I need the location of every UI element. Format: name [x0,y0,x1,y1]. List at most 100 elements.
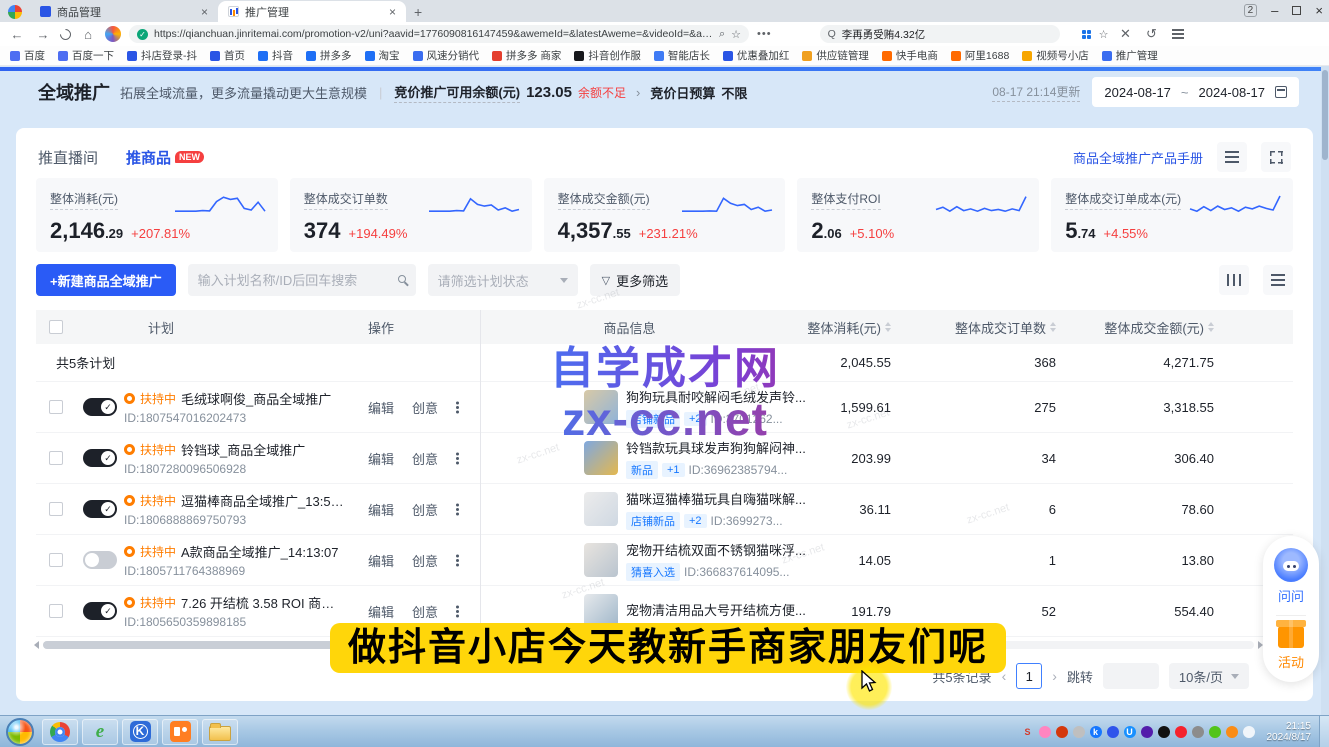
more-actions-icon[interactable] [456,406,459,409]
close-button[interactable]: × [1315,3,1323,18]
bookmark-item[interactable]: 拼多多 商家 [492,48,561,63]
tray-icon[interactable]: S [1022,726,1034,738]
scroll-left-icon[interactable] [34,641,39,649]
bookmark-star-icon[interactable]: ☆ [731,28,741,41]
campaign-toggle[interactable]: ✓ [83,449,117,467]
creative-button[interactable]: 创意 [412,500,438,519]
bookmark-item[interactable]: 百度 [10,48,45,63]
scrollbar-thumb[interactable] [1322,70,1328,160]
tray-icon[interactable] [1226,726,1238,738]
tab-close-icon[interactable]: × [201,5,208,19]
creative-button[interactable]: 创意 [412,551,438,570]
profile-avatar-icon[interactable] [105,26,121,42]
bookmark-item[interactable]: 快手电商 [882,48,938,63]
jump-page-input[interactable] [1103,663,1159,689]
date-range-picker[interactable]: 2024-08-17 ~ 2024-08-17 [1092,77,1299,107]
edit-button[interactable]: 编辑 [368,449,394,468]
edit-button[interactable]: 编辑 [368,602,394,621]
row-checkbox[interactable] [49,451,63,465]
status-filter-select[interactable]: 请筛选计划状态 [428,264,578,296]
home-icon[interactable]: ⌂ [79,27,97,42]
more-actions-icon[interactable] [456,559,459,562]
bookmark-item[interactable]: 抖音 [258,48,293,63]
apps-grid-icon[interactable] [1082,30,1091,39]
bookmark-item[interactable]: 智能店长 [654,48,710,63]
url-bar[interactable]: ✓ https://qianchuan.jinritemai.com/promo… [129,25,749,43]
maximize-button[interactable] [1292,6,1301,15]
column-settings-button[interactable] [1219,265,1249,295]
forward-icon[interactable]: → [34,27,52,42]
start-button[interactable] [6,718,34,746]
bookmark-item[interactable]: 淘宝 [365,48,400,63]
tray-icon[interactable] [1209,726,1221,738]
assistant-robot-icon[interactable] [1274,548,1308,582]
tray-icon[interactable] [1158,726,1170,738]
tray-icon[interactable] [1056,726,1068,738]
bookmark-item[interactable]: 抖店登录-抖 [127,48,197,63]
column-amount[interactable]: 整体成交金额(元) [1056,318,1214,337]
tray-icon[interactable] [1175,726,1187,738]
taskbar-app-explorer[interactable] [202,719,238,745]
product-manual-link[interactable]: 商品全域推广产品手册 [1073,148,1203,167]
more-actions-icon[interactable] [456,508,459,511]
ask-label[interactable]: 问问 [1278,586,1304,605]
taskbar-app-orange[interactable] [162,719,198,745]
browser-search-bar[interactable]: Q 李再勇受贿4.32亿 [820,25,1060,43]
plan-search-input[interactable] [188,264,416,296]
new-tab-button[interactable]: + [414,4,422,20]
tray-icon[interactable] [1107,726,1119,738]
campaign-toggle[interactable]: ✓ [83,602,117,620]
pin-star-icon[interactable]: ☆ [1099,28,1109,41]
bookmark-item[interactable]: 供应链管理 [802,48,869,63]
gift-icon[interactable] [1278,626,1304,648]
page-scrollbar[interactable] [1321,66,1329,715]
cut-icon[interactable]: ✕ [1116,26,1134,42]
minimize-button[interactable]: – [1271,3,1278,18]
bookmark-item[interactable]: 百度一下 [58,48,114,63]
row-checkbox[interactable] [49,502,63,516]
settings-sliders-button[interactable] [1217,142,1247,172]
page-size-select[interactable]: 10条/页 [1169,663,1249,689]
bookmark-item[interactable]: 首页 [210,48,245,63]
more-actions-icon[interactable] [456,610,459,613]
column-cost[interactable]: 整体消耗(元) [779,318,891,337]
taskbar-clock[interactable]: 21:15 2024/8/17 [1267,721,1312,743]
campaign-toggle[interactable]: ✓ [83,500,117,518]
show-desktop-button[interactable] [1319,716,1329,747]
bookmark-item[interactable]: 抖音创作服 [574,48,641,63]
row-checkbox[interactable] [49,553,63,567]
bookmark-item[interactable]: 推广管理 [1102,48,1158,63]
bookmark-item[interactable]: 风速分销代 [413,48,480,63]
custom-metrics-button[interactable] [1263,265,1293,295]
tray-icon[interactable]: k [1090,726,1102,738]
chevron-right-icon[interactable]: › [636,85,640,100]
undo-icon[interactable]: ↺ [1142,26,1160,42]
tab-promote-product[interactable]: 推商品 NEW [126,147,204,168]
tray-icon[interactable] [1039,726,1051,738]
taskbar-app-ie[interactable]: e [82,719,118,745]
fullscreen-button[interactable] [1261,142,1291,172]
bookmark-item[interactable]: 拼多多 [306,48,352,63]
column-orders[interactable]: 整体成交订单数 [891,318,1056,337]
tray-icon[interactable] [1073,726,1085,738]
creative-button[interactable]: 创意 [412,449,438,468]
next-page-icon[interactable]: › [1052,668,1057,684]
bookmark-item[interactable]: 优惠叠加红 [723,48,790,63]
url-more-icon[interactable]: ••• [757,28,772,40]
refresh-icon[interactable] [58,26,74,42]
bookmark-item[interactable]: 视频号小店 [1022,48,1089,63]
tab-close-icon[interactable]: × [389,5,396,19]
tray-icon[interactable] [1192,726,1204,738]
row-checkbox[interactable] [49,604,63,618]
more-actions-icon[interactable] [456,457,459,460]
current-page[interactable]: 1 [1016,663,1042,689]
sort-icon[interactable] [1208,322,1214,332]
row-checkbox[interactable] [49,400,63,414]
edit-button[interactable]: 编辑 [368,500,394,519]
back-icon[interactable]: ← [8,27,26,42]
tab-live-room[interactable]: 推直播间 [38,147,98,168]
taskbar-app-k[interactable]: K [122,719,158,745]
tray-icon[interactable] [1141,726,1153,738]
campaign-toggle[interactable]: ✓ [83,398,117,416]
security-shield-icon[interactable]: ✓ [137,29,148,40]
